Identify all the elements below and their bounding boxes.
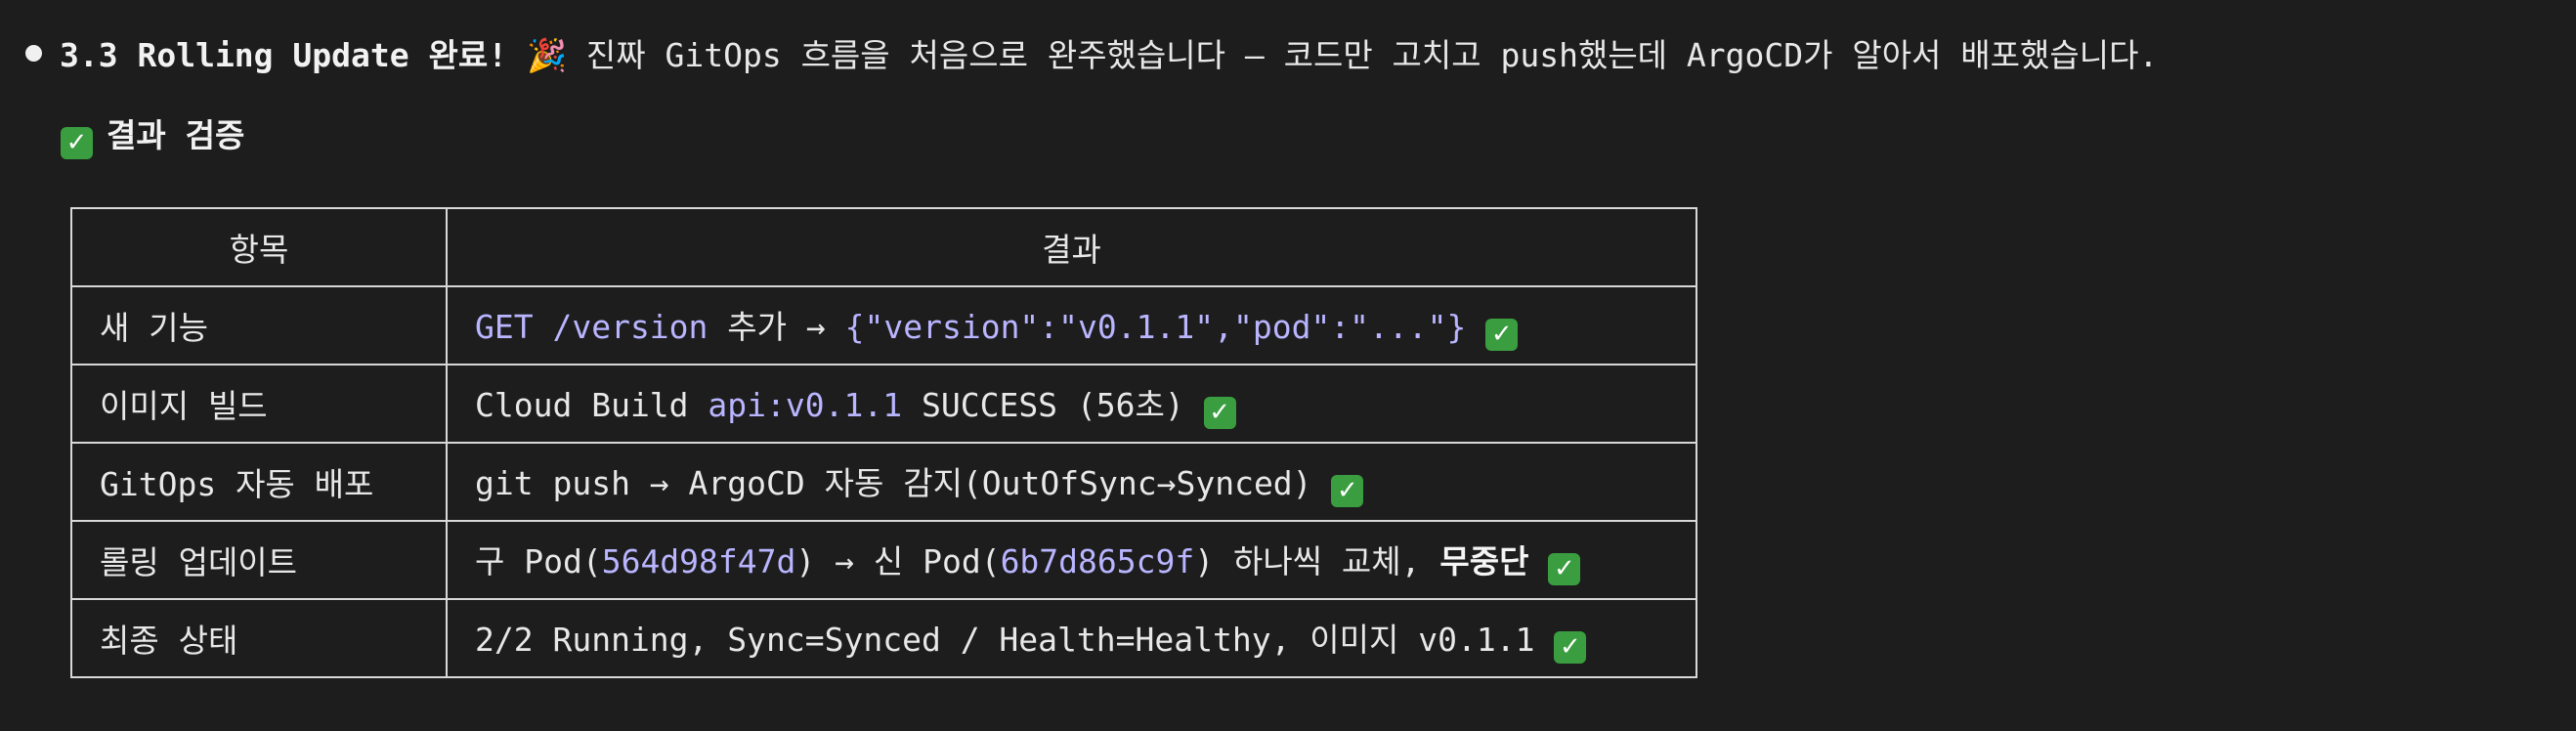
result-text [1466,308,1485,346]
cell-result: 2/2 Running, Sync=Synced / Health=Health… [446,598,1697,678]
party-popper-icon: 🎉 [526,36,568,74]
table-row: 이미지 빌드 Cloud Build api:v0.1.1 SUCCESS (5… [70,364,1697,444]
check-icon: ✓ [61,127,93,159]
table-row: 롤링 업데이트 구 Pod(564d98f47d) → 신 Pod(6b7d86… [70,520,1697,600]
headline-text: 진짜 GitOps 흐름을 처음으로 완주했습니다 — 코드만 고치고 push… [567,36,2159,74]
result-text: SUCCESS (56초) [902,385,1204,424]
check-icon: ✓ [1331,474,1364,507]
table-header-row: 항목 결과 [70,207,1697,287]
table-row: GitOps 자동 배포 git push → ArgoCD 자동 감지(Out… [70,442,1697,522]
cell-item: GitOps 자동 배포 [70,442,448,522]
cell-item: 새 기능 [70,285,448,366]
headline-title: 3.3 Rolling Update 완료! [60,36,508,74]
check-icon: ✓ [1203,396,1236,429]
code-text: GET /version [475,307,708,346]
result-text: 구 Pod( [475,541,602,580]
code-text: {"version":"v0.1.1","pod":"..."} [844,307,1467,346]
section-title: 결과 검증 [107,116,245,154]
cell-result: git push → ArgoCD 자동 감지(OutOfSync→Synced… [446,442,1697,522]
cell-item: 이미지 빌드 [70,364,448,444]
code-text: 564d98f47d [601,541,796,580]
result-text: ) → 신 Pod( [795,541,1001,580]
strong-text: 무중단 [1439,541,1529,580]
cell-result: Cloud Build api:v0.1.1 SUCCESS (56초) ✓ [446,364,1697,444]
cell-result: 구 Pod(564d98f47d) → 신 Pod(6b7d865c9f) 하나… [446,520,1697,600]
verification-table: 항목 결과 새 기능 GET /version 추가 → {"version":… [70,207,1697,678]
check-icon: ✓ [1554,630,1587,664]
result-text: Cloud Build [475,385,708,424]
check-icon: ✓ [1548,552,1581,585]
cell-item: 롤링 업데이트 [70,520,448,600]
cell-result: GET /version 추가 → {"version":"v0.1.1","p… [446,285,1697,366]
check-icon: ✓ [1485,318,1519,351]
result-text: 추가 → [708,307,845,346]
header-result: 결과 [446,207,1697,287]
header-item: 항목 [70,207,448,287]
code-text: 6b7d865c9f [1000,541,1195,580]
table-row: 최종 상태 2/2 Running, Sync=Synced / Health=… [70,598,1697,678]
section-heading: ✓ 결과 검증 [61,109,244,159]
table-row: 새 기능 GET /version 추가 → {"version":"v0.1.… [70,285,1697,366]
bullet-icon [25,45,42,62]
result-text: git push → ArgoCD 자동 감지(OutOfSync→Synced… [475,463,1332,502]
result-text [1528,542,1548,580]
result-text: 2/2 Running, Sync=Synced / Health=Health… [475,620,1555,659]
code-text: api:v0.1.1 [708,385,903,424]
headline: 3.3 Rolling Update 완료! 🎉 진짜 GitOps 흐름을 처… [25,29,2158,76]
cell-item: 최종 상태 [70,598,448,678]
result-text: ) 하나씩 교체, [1194,541,1440,580]
